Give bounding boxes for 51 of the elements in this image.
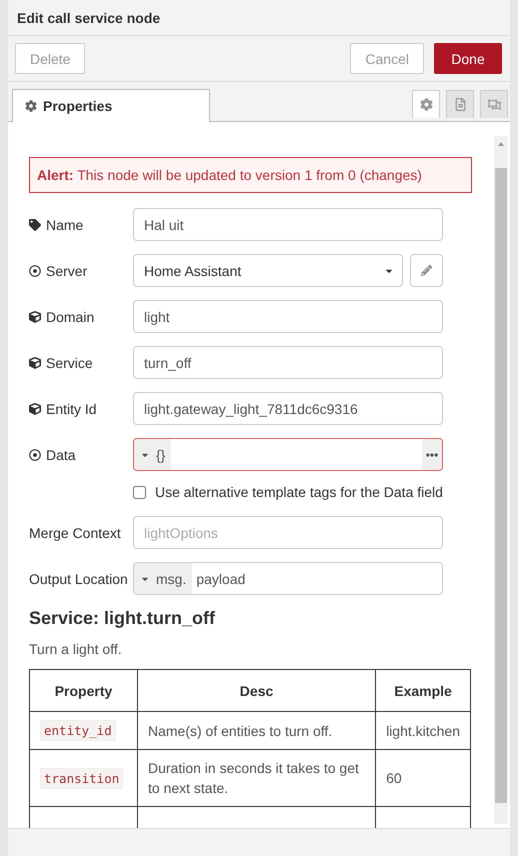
- field-label: Name: [29, 216, 133, 232]
- field-label: Entity Id: [29, 400, 133, 416]
- pencil-icon: [421, 265, 432, 276]
- property-code: entity_id: [40, 720, 116, 741]
- column-header: Property: [30, 670, 138, 712]
- cube-icon: [29, 356, 41, 368]
- gear-icon: [25, 100, 37, 112]
- scroll-up-arrow[interactable]: [498, 142, 504, 146]
- cube-icon: [29, 402, 41, 414]
- done-button[interactable]: Done: [434, 43, 502, 74]
- type-dropdown[interactable]: msg.: [134, 563, 192, 594]
- tag-icon: [29, 218, 41, 230]
- frame-icon: [488, 98, 500, 111]
- typed-input-field[interactable]: msg. payload: [133, 562, 443, 595]
- table-cell: 60: [376, 750, 470, 806]
- checkbox[interactable]: [133, 486, 146, 498]
- table-cell: Duration in seconds it takes to get to next state.: [138, 750, 376, 806]
- property-code: transition: [40, 768, 124, 788]
- text-field[interactable]: lightOptions: [133, 516, 443, 549]
- column-header: Desc: [138, 670, 376, 712]
- column-header: Example: [376, 670, 470, 712]
- type-dropdown[interactable]: {}: [134, 439, 172, 470]
- field-label: Service: [29, 354, 133, 370]
- table-cell: Name(s) of entities to turn off.: [138, 712, 376, 750]
- field-label: Merge Context: [29, 524, 122, 540]
- field-label: Data: [29, 446, 133, 462]
- checkbox-label: Use alternative template tags for the Data field: [155, 484, 443, 500]
- tab-button[interactable]: [412, 90, 440, 118]
- table-cell: light.kitchen: [376, 712, 470, 750]
- field-label: Server: [29, 262, 133, 278]
- field-label: Output Location: [29, 570, 129, 586]
- tab-button[interactable]: [480, 90, 508, 118]
- gear-icon: [420, 98, 432, 111]
- tab-button[interactable]: [446, 90, 474, 118]
- text-field[interactable]: light: [133, 300, 443, 333]
- text-field[interactable]: light.gateway_light_7811dc6c9316: [133, 392, 443, 425]
- scrollbar[interactable]: [494, 136, 508, 824]
- edit-button[interactable]: [410, 254, 443, 287]
- service-heading: Service: light.turn_off: [29, 608, 216, 629]
- properties-tab[interactable]: Properties: [12, 89, 210, 122]
- field-label: Domain: [29, 308, 133, 324]
- document-icon: [454, 98, 466, 111]
- alert-message: Alert: This node will be updated to version 1 from 0 (changes): [29, 157, 472, 193]
- server-select[interactable]: Home Assistant: [133, 254, 403, 287]
- expand-button[interactable]: [422, 439, 442, 470]
- tray-title: Edit call service node: [8, 0, 510, 36]
- text-field[interactable]: Hal uit: [133, 208, 443, 241]
- text-field[interactable]: turn_off: [133, 346, 443, 379]
- cube-icon: [29, 310, 41, 322]
- typed-input-field[interactable]: {}: [133, 438, 443, 471]
- service-description: Turn a light off.: [29, 641, 123, 657]
